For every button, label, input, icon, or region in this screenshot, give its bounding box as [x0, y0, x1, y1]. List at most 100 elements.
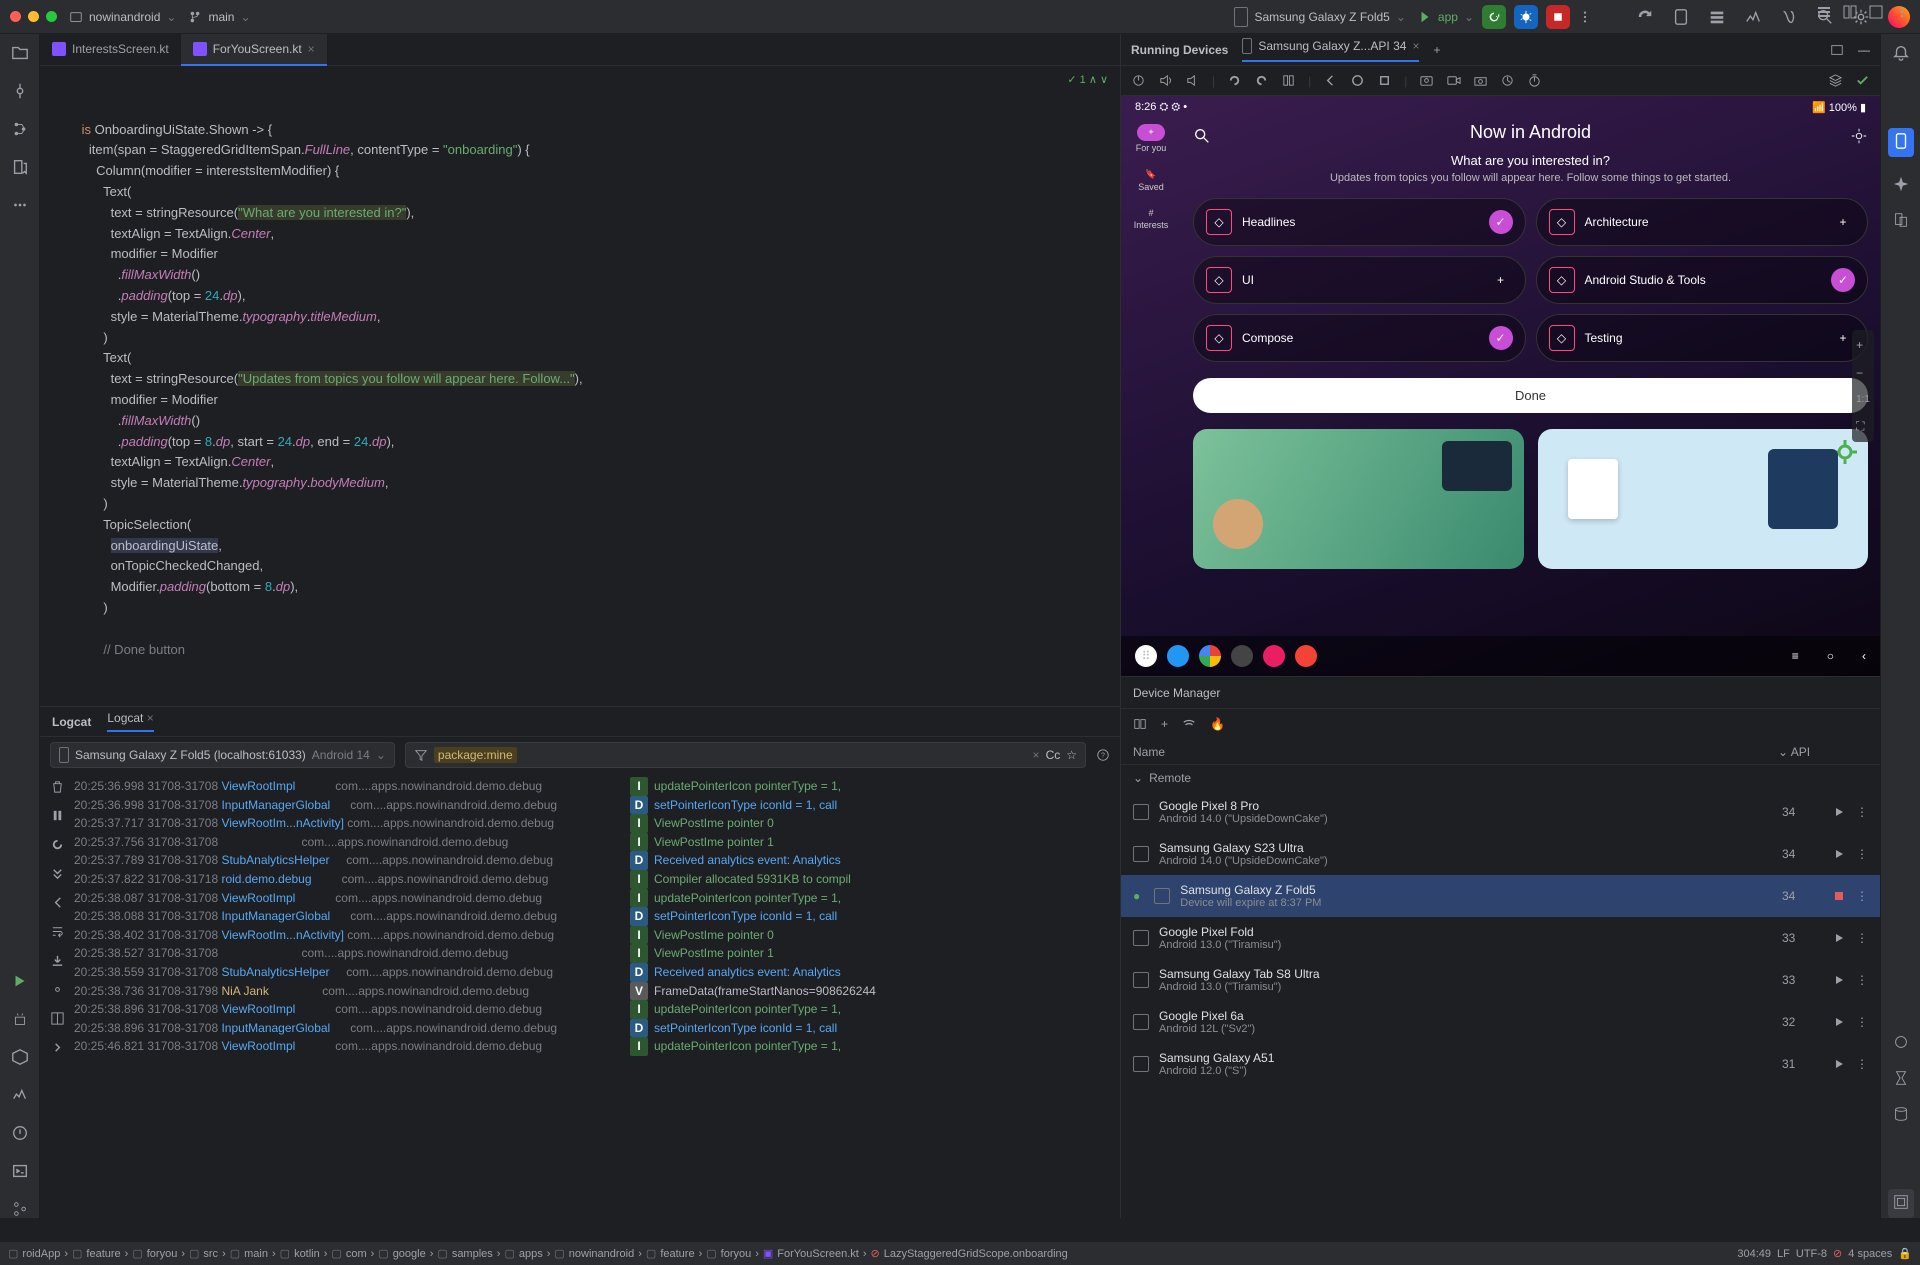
list-view-icon[interactable] [1816, 4, 1832, 20]
encoding[interactable]: UTF-8 [1796, 1248, 1827, 1260]
more-icon[interactable] [1894, 4, 1910, 20]
close-window[interactable] [10, 11, 21, 22]
clear-icon[interactable]: × [1033, 748, 1040, 762]
run-config-selector[interactable]: app⌄ [1418, 10, 1474, 24]
done-button[interactable]: Done [1193, 378, 1868, 413]
volume-up-icon[interactable] [1158, 73, 1173, 88]
logcat-filter-input[interactable]: package:mine × Cc ☆ [405, 742, 1086, 768]
volume-down-icon[interactable] [1185, 73, 1200, 88]
gemini-icon[interactable] [1892, 175, 1910, 193]
screenshot-icon[interactable] [1419, 73, 1434, 88]
expand-icon[interactable] [50, 1040, 65, 1055]
remote-group[interactable]: ⌄Remote [1121, 765, 1880, 791]
app-inspector-icon[interactable] [1780, 8, 1798, 26]
android-icon[interactable] [11, 1010, 29, 1028]
build-icon[interactable] [11, 1048, 29, 1066]
wifi-icon[interactable] [1182, 717, 1196, 731]
code-editor[interactable]: ✓ 1 ∧ ∨ is OnboardingUiState.Shown -> { … [40, 66, 1120, 706]
device-row[interactable]: Samsung Galaxy A51Android 12.0 ("S")31⋮ [1121, 1043, 1880, 1085]
editor-tab-foryou[interactable]: ForYouScreen.kt× [181, 34, 327, 66]
pause-icon[interactable] [50, 808, 65, 823]
commit-icon[interactable] [11, 82, 29, 100]
fold-icon[interactable] [1281, 73, 1296, 88]
firebase-icon[interactable]: 🔥 [1210, 717, 1225, 731]
device-row[interactable]: Google Pixel FoldAndroid 13.0 ("Tiramisu… [1121, 917, 1880, 959]
pair-icon[interactable] [1133, 717, 1147, 731]
sdk-icon[interactable] [1708, 8, 1726, 26]
feed-card-2[interactable] [1538, 429, 1869, 569]
branch-selector[interactable]: main⌄ [188, 10, 250, 24]
maximize-window[interactable] [46, 11, 57, 22]
add-device-icon[interactable]: + [1433, 43, 1440, 57]
running-devices-tool-icon[interactable] [1888, 128, 1914, 157]
emulator-screen[interactable]: 8:26 ⛭ ⚙ • 📶 100% ▮ ✦For you 🔖Saved #Int… [1121, 96, 1880, 676]
sync-icon[interactable] [1636, 8, 1654, 26]
topic-headlines[interactable]: ◇Headlines✓ [1193, 198, 1526, 246]
profiler-icon[interactable] [1744, 8, 1762, 26]
emu-settings-icon[interactable] [1850, 127, 1868, 145]
nav-foryou[interactable]: ✦For you [1130, 118, 1173, 159]
snapshot-icon[interactable] [1500, 73, 1515, 88]
line-separator[interactable]: LF [1777, 1248, 1790, 1260]
feed-card-1[interactable] [1193, 429, 1524, 569]
profiler-tool-icon[interactable] [11, 1086, 29, 1104]
structure-icon[interactable] [11, 120, 29, 138]
device-row[interactable]: Samsung Galaxy S23 UltraAndroid 14.0 ("U… [1121, 833, 1880, 875]
export-icon[interactable] [50, 953, 65, 968]
case-toggle[interactable]: Cc [1046, 748, 1061, 762]
layout-inspector-icon[interactable] [1888, 1189, 1914, 1218]
indent[interactable]: 4 spaces [1848, 1248, 1892, 1260]
database-icon[interactable] [1892, 1105, 1910, 1123]
resource-manager-icon[interactable] [1892, 1033, 1910, 1051]
layers-icon[interactable] [1828, 73, 1843, 88]
device-row[interactable]: Samsung Galaxy Tab S8 UltraAndroid 13.0 … [1121, 959, 1880, 1001]
logcat-output[interactable]: 20:25:36.998 31708-31708 ViewRootImpl co… [74, 773, 1120, 1218]
zoom-out-icon[interactable]: − [1856, 366, 1870, 380]
inspection-status[interactable]: ✓ 1 ∧ ∨ [1067, 72, 1108, 90]
check-icon[interactable] [1855, 73, 1870, 88]
home-icon[interactable] [1350, 73, 1365, 88]
readonly-icon[interactable]: 🔒 [1898, 1247, 1912, 1260]
sys-home-icon[interactable]: ○ [1827, 649, 1834, 663]
window-icon[interactable] [1830, 43, 1844, 57]
split-icon[interactable] [50, 1011, 65, 1026]
logcat-device-selector[interactable]: Samsung Galaxy Z Fold5 (localhost:61033)… [50, 742, 395, 768]
overview-icon[interactable] [1377, 73, 1392, 88]
add-device-icon[interactable]: + [1161, 717, 1168, 731]
more-actions-icon[interactable] [1578, 10, 1592, 24]
device-selector[interactable]: Samsung Galaxy Z Fold5⌄ [1234, 7, 1405, 27]
topic-architecture[interactable]: ◇Architecture+ [1536, 198, 1869, 246]
stop-button[interactable] [1546, 5, 1570, 29]
emu-search-icon[interactable] [1193, 127, 1211, 145]
editor-tab-interests[interactable]: InterestsScreen.kt [40, 34, 181, 66]
timer-icon[interactable] [1527, 73, 1542, 88]
device-row[interactable]: Google Pixel 6aAndroid 12L ("Sv2")32⋮ [1121, 1001, 1880, 1043]
nav-interests[interactable]: #Interests [1128, 202, 1175, 236]
star-icon[interactable]: ☆ [1066, 748, 1077, 762]
sys-back-icon[interactable]: ‹ [1862, 649, 1866, 663]
wrap-icon[interactable] [50, 924, 65, 939]
back-icon[interactable] [1323, 73, 1338, 88]
topic-testing[interactable]: ◇Testing+ [1536, 314, 1869, 362]
terminal-icon[interactable] [11, 1162, 29, 1180]
hourglass-icon[interactable] [1892, 1069, 1910, 1087]
caret-position[interactable]: 304:49 [1737, 1248, 1771, 1260]
close-tab-icon[interactable]: × [308, 42, 315, 56]
bookmarks-icon[interactable] [11, 158, 29, 176]
power-icon[interactable] [1131, 73, 1146, 88]
more-icon[interactable] [11, 196, 29, 214]
rotate-left-icon[interactable] [1227, 73, 1242, 88]
topic-android-studio-&-tools[interactable]: ◇Android Studio & Tools✓ [1536, 256, 1869, 304]
device-manager-tool-icon[interactable] [1892, 211, 1910, 229]
device-row[interactable]: Google Pixel 8 ProAndroid 14.0 ("UpsideD… [1121, 791, 1880, 833]
project-icon[interactable] [11, 44, 29, 62]
prev-icon[interactable] [50, 895, 65, 910]
record-icon[interactable] [1446, 73, 1461, 88]
refresh-button[interactable] [1482, 5, 1506, 29]
run-tool-icon[interactable] [11, 972, 29, 990]
project-selector[interactable]: nowinandroid⌄ [69, 10, 176, 24]
topic-ui[interactable]: ◇UI+ [1193, 256, 1526, 304]
breadcrumb[interactable]: ▢ roidApp›▢ feature›▢ foryou›▢ src›▢ mai… [8, 1247, 1068, 1260]
design-view-icon[interactable] [1868, 4, 1884, 20]
logcat-tab[interactable]: Logcat × [107, 711, 153, 732]
